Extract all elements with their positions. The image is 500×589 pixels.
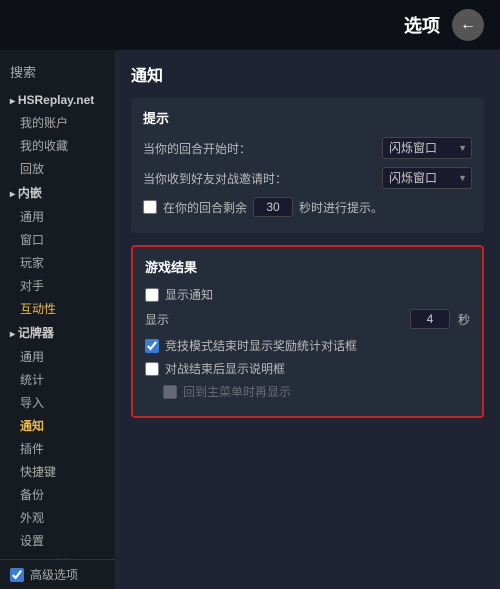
after-game-row: 对战结束后显示说明框 bbox=[145, 360, 470, 377]
sidebar-item-backup[interactable]: 备份 bbox=[0, 483, 115, 506]
competitive-mode-label: 竞技模式结束时显示奖励统计对话框 bbox=[165, 337, 357, 354]
header: 选项 ← bbox=[0, 0, 500, 50]
advanced-options-label: 高级选项 bbox=[30, 566, 78, 583]
hints-section-title: 提示 bbox=[143, 108, 472, 127]
timer-label-prefix: 在你的回合剩余 bbox=[163, 199, 247, 216]
competitive-mode-row: 竞技模式结束时显示奖励统计对话框 bbox=[145, 337, 470, 354]
page-title: 选项 bbox=[404, 12, 440, 38]
display-duration-row: 显示 秒 bbox=[145, 309, 470, 329]
show-notification-label: 显示通知 bbox=[165, 286, 213, 303]
content-area: 通知 提示 当你的回合开始时： 闪烁窗口 无 声音提示 当你收到好友对战邀请时： bbox=[115, 50, 500, 589]
return-to-menu-checkbox bbox=[163, 385, 177, 399]
display-unit: 秒 bbox=[458, 311, 470, 328]
game-result-section: 游戏结果 显示通知 显示 秒 竞技模式结束时显示奖励统计对话框 对战结束后显示说… bbox=[131, 245, 484, 418]
friend-invite-row: 当你收到好友对战邀请时： 闪烁窗口 无 声音提示 bbox=[143, 167, 472, 189]
game-start-row: 当你的回合开始时： 闪烁窗口 无 声音提示 bbox=[143, 137, 472, 159]
return-to-menu-label: 回到主菜单时再显示 bbox=[183, 383, 291, 400]
main-layout: 搜索 HSReplay.net 我的账户 我的收藏 回放 内嵌 通用 窗口 玩家… bbox=[0, 50, 500, 589]
return-to-menu-row: 回到主菜单时再显示 bbox=[145, 383, 470, 400]
sidebar-item-general-tracker[interactable]: 通用 bbox=[0, 345, 115, 368]
competitive-mode-checkbox[interactable] bbox=[145, 339, 159, 353]
sidebar-section-hsreplay: HSReplay.net bbox=[0, 89, 115, 111]
friend-invite-label: 当你收到好友对战邀请时： bbox=[143, 170, 374, 187]
sidebar-item-plugins[interactable]: 插件 bbox=[0, 437, 115, 460]
sidebar-item-interactive[interactable]: 互动性 bbox=[0, 297, 115, 320]
advanced-options-checkbox[interactable] bbox=[10, 568, 24, 582]
sidebar-item-my-account[interactable]: 我的账户 bbox=[0, 111, 115, 134]
hints-section: 提示 当你的回合开始时： 闪烁窗口 无 声音提示 当你收到好友对战邀请时： 闪烁… bbox=[131, 98, 484, 233]
timer-row: 在你的回合剩余 秒时进行提示。 bbox=[143, 197, 472, 217]
sidebar-item-opponent[interactable]: 对手 bbox=[0, 274, 115, 297]
sidebar-search[interactable]: 搜索 bbox=[0, 58, 115, 89]
timer-checkbox[interactable] bbox=[143, 200, 157, 214]
sidebar-item-window[interactable]: 窗口 bbox=[0, 228, 115, 251]
content-title: 通知 bbox=[131, 62, 484, 86]
show-notification-checkbox[interactable] bbox=[145, 288, 159, 302]
timer-label-suffix: 秒时进行提示。 bbox=[299, 199, 383, 216]
back-button[interactable]: ← bbox=[452, 9, 484, 41]
sidebar-item-playback[interactable]: 回放 bbox=[0, 157, 115, 180]
timer-input[interactable] bbox=[253, 197, 293, 217]
sidebar-item-shortcuts[interactable]: 快捷键 bbox=[0, 460, 115, 483]
sidebar-item-stats[interactable]: 统计 bbox=[0, 368, 115, 391]
sidebar-item-player[interactable]: 玩家 bbox=[0, 251, 115, 274]
after-game-label: 对战结束后显示说明框 bbox=[165, 360, 285, 377]
sidebar: 搜索 HSReplay.net 我的账户 我的收藏 回放 内嵌 通用 窗口 玩家… bbox=[0, 50, 115, 589]
sidebar-item-settings[interactable]: 设置 bbox=[0, 529, 115, 552]
display-value-input[interactable] bbox=[410, 309, 450, 329]
advanced-options-bar: 高级选项 bbox=[0, 559, 115, 589]
friend-invite-select-wrapper: 闪烁窗口 无 声音提示 bbox=[382, 167, 472, 189]
display-label: 显示 bbox=[145, 311, 402, 328]
game-result-title: 游戏结果 bbox=[145, 257, 470, 276]
game-start-select[interactable]: 闪烁窗口 无 声音提示 bbox=[382, 137, 472, 159]
sidebar-item-notifications[interactable]: 通知 bbox=[0, 414, 115, 437]
back-icon: ← bbox=[460, 16, 476, 34]
after-game-checkbox[interactable] bbox=[145, 362, 159, 376]
sidebar-item-appearance[interactable]: 外观 bbox=[0, 506, 115, 529]
sidebar-item-my-collection[interactable]: 我的收藏 bbox=[0, 134, 115, 157]
sidebar-item-import[interactable]: 导入 bbox=[0, 391, 115, 414]
sidebar-item-general-embed[interactable]: 通用 bbox=[0, 205, 115, 228]
sidebar-section-embed: 内嵌 bbox=[0, 180, 115, 205]
sidebar-section-tracker: 记牌器 bbox=[0, 320, 115, 345]
game-start-label: 当你的回合开始时： bbox=[143, 140, 374, 157]
friend-invite-select[interactable]: 闪烁窗口 无 声音提示 bbox=[382, 167, 472, 189]
show-notification-row: 显示通知 bbox=[145, 286, 470, 303]
game-start-select-wrapper: 闪烁窗口 无 声音提示 bbox=[382, 137, 472, 159]
